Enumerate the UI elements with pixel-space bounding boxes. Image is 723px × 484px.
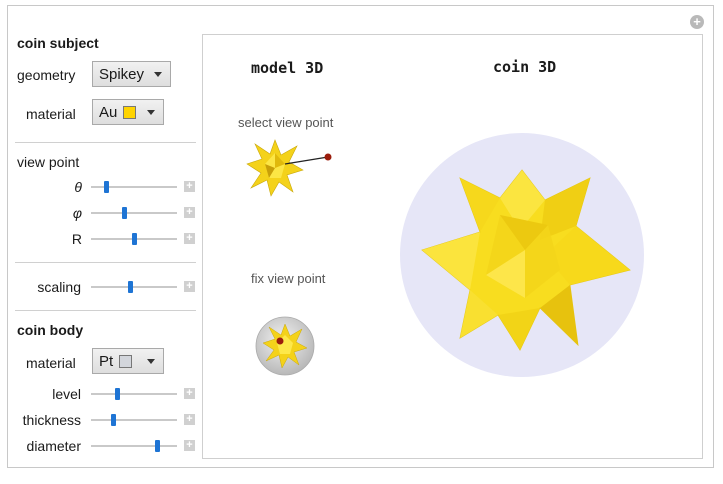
view-direction-pointer-line[interactable] [284,156,329,165]
view-point-handle[interactable] [324,153,332,161]
spikey-model-selector[interactable] [246,139,304,197]
coin-3d-render [400,133,644,377]
fix-view-point-coin [255,316,315,376]
graphics-layer [246,133,644,377]
